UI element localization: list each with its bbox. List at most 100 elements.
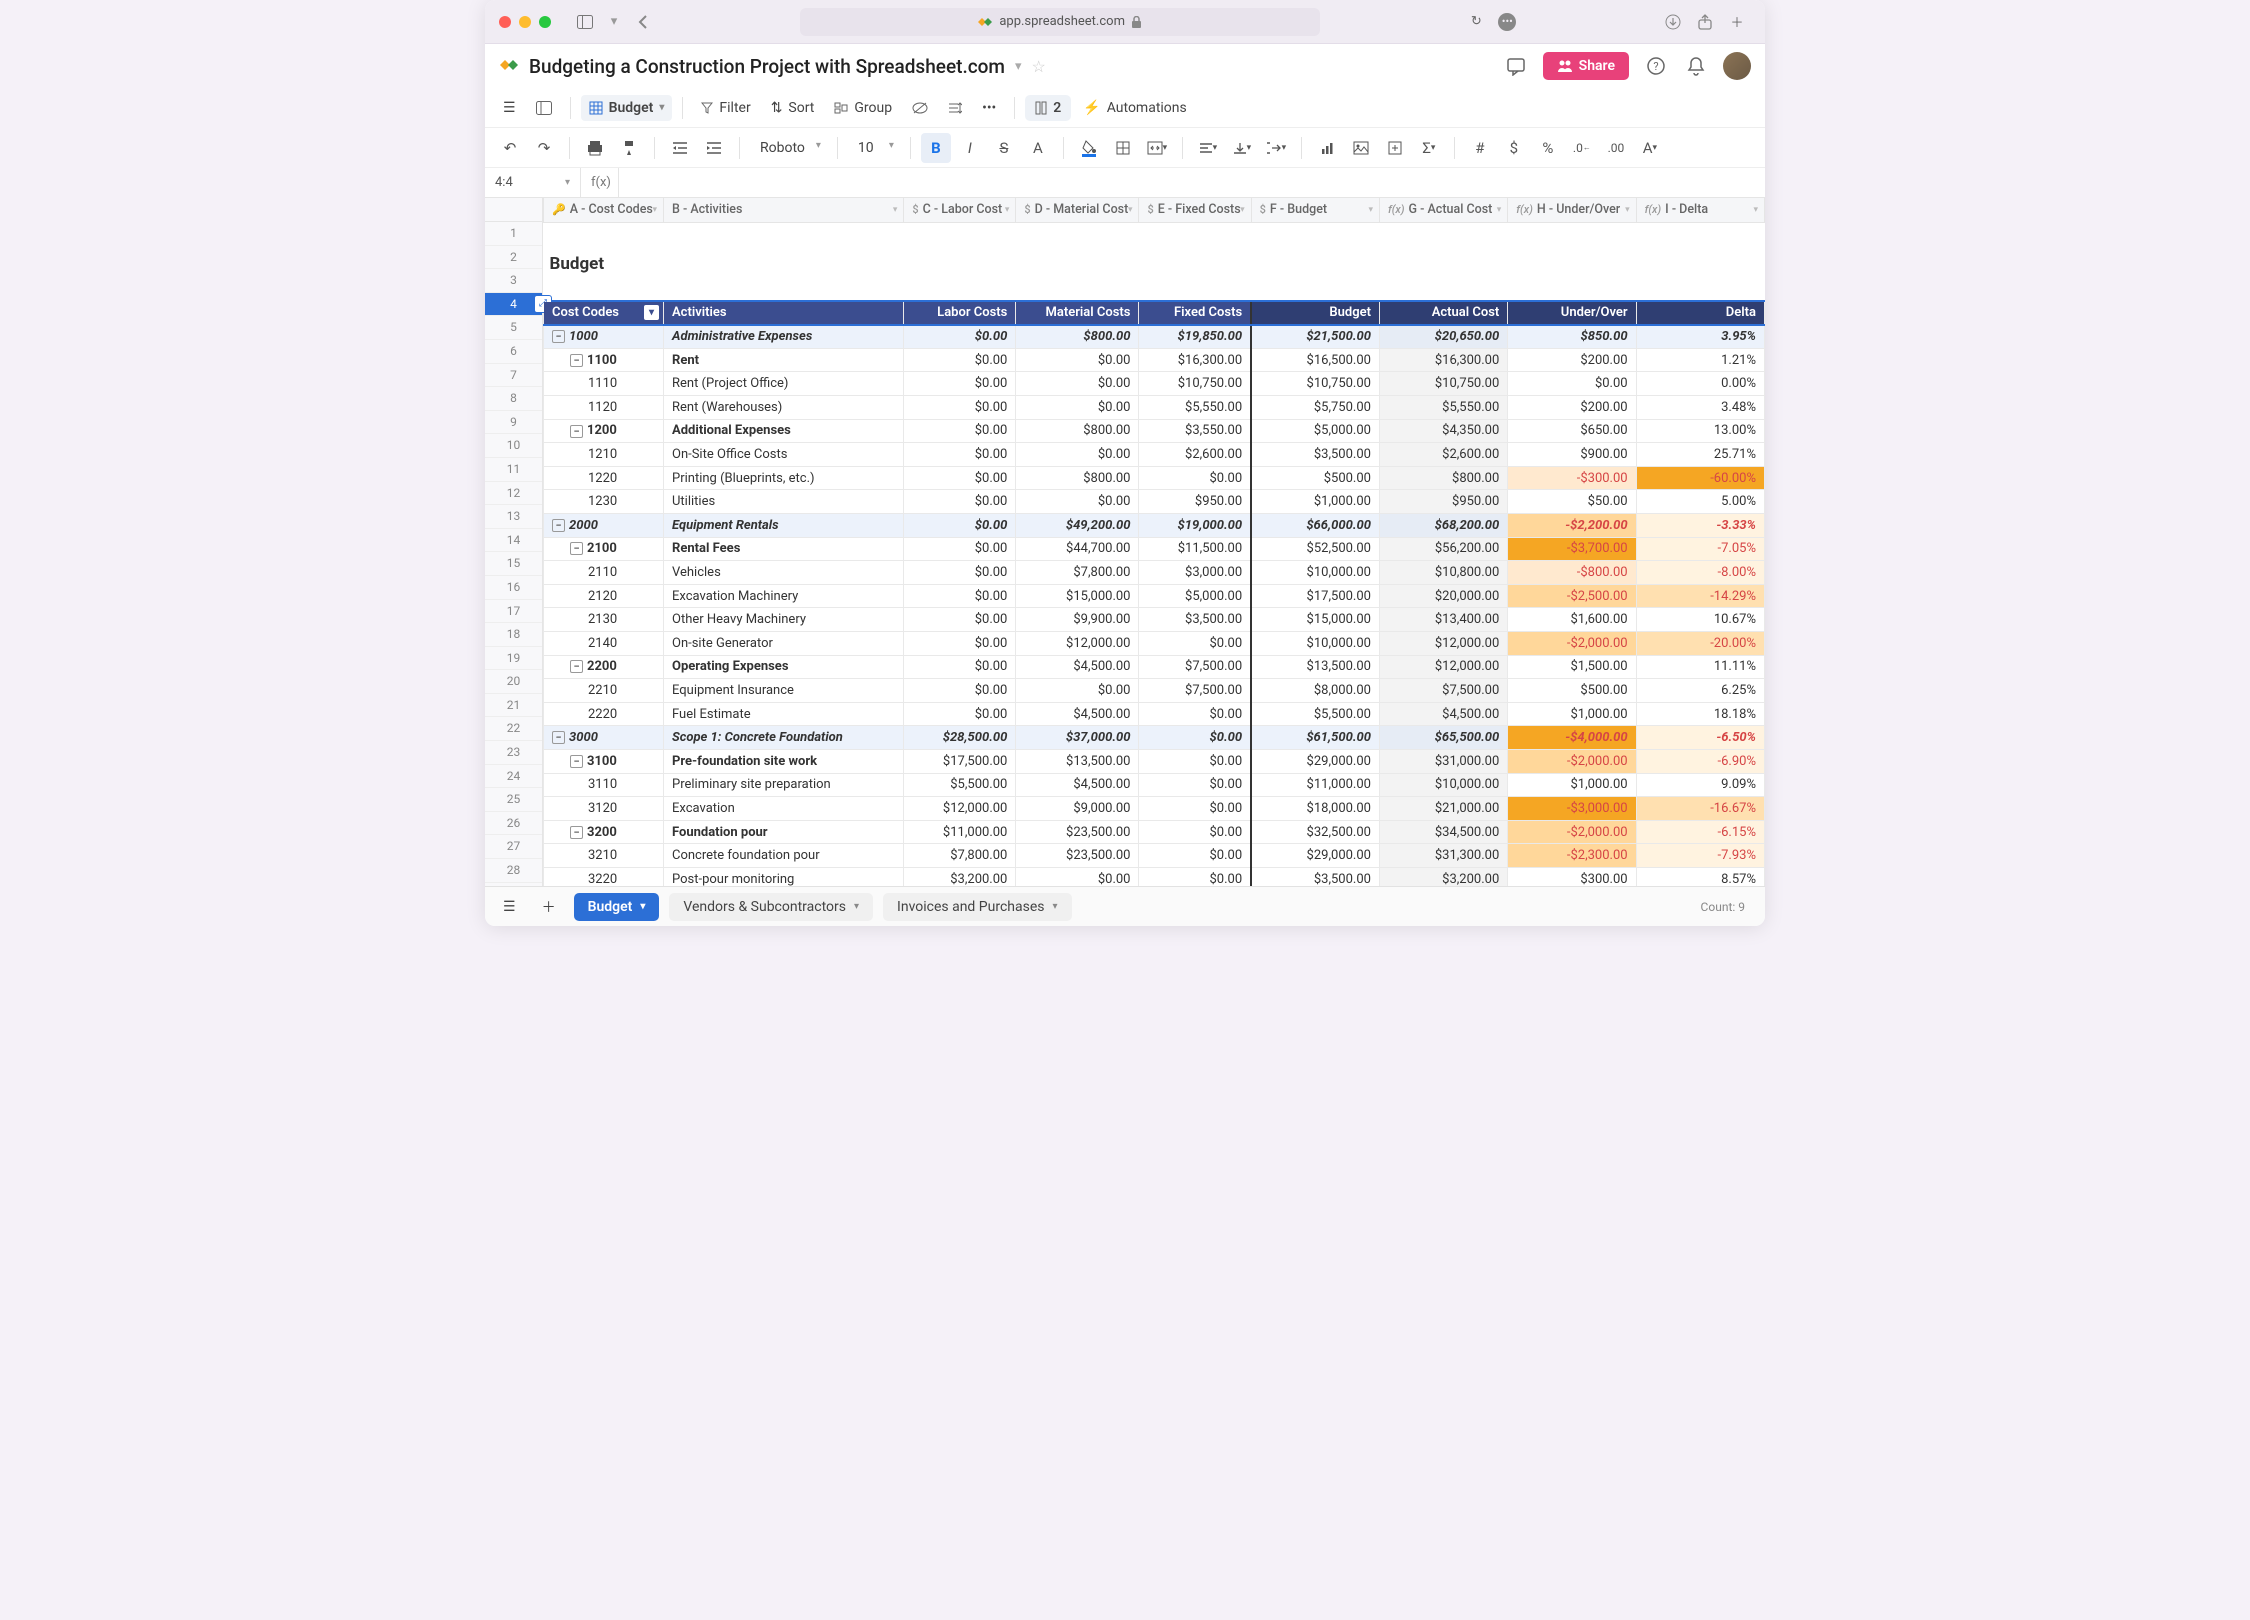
- cell[interactable]: $11,000.00: [1251, 773, 1379, 797]
- cell[interactable]: $13,500.00: [1016, 749, 1139, 773]
- cell[interactable]: $0.00: [1139, 632, 1251, 656]
- group-button[interactable]: Group: [826, 95, 900, 121]
- cell[interactable]: Utilities: [664, 490, 904, 514]
- cell[interactable]: −3000: [544, 726, 664, 750]
- cell[interactable]: $5,550.00: [1139, 396, 1251, 420]
- cell[interactable]: −1100: [544, 348, 664, 372]
- cell[interactable]: -$2,500.00: [1508, 584, 1636, 608]
- font-family-select[interactable]: Roboto: [750, 136, 827, 160]
- cell[interactable]: On-Site Office Costs: [664, 443, 904, 467]
- row-number[interactable]: 8: [485, 387, 542, 411]
- cell[interactable]: $950.00: [1379, 490, 1507, 514]
- collapse-icon[interactable]: −: [552, 731, 565, 744]
- cell[interactable]: $12,000.00: [1379, 632, 1507, 656]
- row-number[interactable]: 3: [485, 269, 542, 293]
- cell[interactable]: $5,500.00: [904, 773, 1016, 797]
- row-height-icon[interactable]: [940, 96, 970, 120]
- share-button[interactable]: Share: [1543, 52, 1629, 80]
- cell[interactable]: $29,000.00: [1251, 749, 1379, 773]
- strikethrough-button[interactable]: S: [989, 133, 1019, 163]
- view-selector[interactable]: Budget ▾: [581, 95, 673, 121]
- cell[interactable]: Under/Over: [1508, 301, 1636, 325]
- cell[interactable]: $0.00: [1139, 820, 1251, 844]
- cell[interactable]: -$300.00: [1508, 466, 1636, 490]
- cell[interactable]: $18,000.00: [1251, 797, 1379, 821]
- italic-button[interactable]: I: [955, 133, 985, 163]
- cell[interactable]: Material Costs: [1016, 301, 1139, 325]
- cell[interactable]: $4,350.00: [1379, 419, 1507, 443]
- cell[interactable]: $10,800.00: [1379, 561, 1507, 585]
- cell[interactable]: $3,500.00: [1139, 608, 1251, 632]
- decrease-indent-button[interactable]: [665, 133, 695, 163]
- fill-color-button[interactable]: [1074, 133, 1104, 163]
- menu-icon[interactable]: ☰: [495, 95, 524, 121]
- back-button[interactable]: [629, 8, 657, 36]
- row-number[interactable]: 9: [485, 411, 542, 435]
- cell[interactable]: 3.48%: [1636, 396, 1764, 420]
- cell[interactable]: $0.00: [1139, 773, 1251, 797]
- maximize-window-button[interactable]: [539, 16, 551, 28]
- cell[interactable]: $800.00: [1016, 325, 1139, 349]
- row-number[interactable]: 5: [485, 316, 542, 340]
- more-icon[interactable]: •••: [1498, 13, 1516, 31]
- cell[interactable]: $2,600.00: [1139, 443, 1251, 467]
- cell[interactable]: $10,000.00: [1379, 773, 1507, 797]
- cell[interactable]: $0.00: [1016, 679, 1139, 703]
- cell[interactable]: $65,500.00: [1379, 726, 1507, 750]
- cell[interactable]: $0.00: [904, 584, 1016, 608]
- sheet-tab-invoices[interactable]: Invoices and Purchases▾: [883, 893, 1072, 921]
- cell[interactable]: −2100: [544, 537, 664, 561]
- cell[interactable]: $800.00: [1016, 466, 1139, 490]
- functions-button[interactable]: Σ▾: [1414, 133, 1444, 163]
- cell[interactable]: -$4,000.00: [1508, 726, 1636, 750]
- row-number[interactable]: 26: [485, 812, 542, 836]
- cell[interactable]: −1200: [544, 419, 664, 443]
- cell[interactable]: $0.00: [1508, 372, 1636, 396]
- cell[interactable]: $19,000.00: [1139, 514, 1251, 538]
- cell[interactable]: Rent: [664, 348, 904, 372]
- insert-image-button[interactable]: [1346, 133, 1376, 163]
- insert-object-button[interactable]: [1380, 133, 1410, 163]
- row-number[interactable]: 13: [485, 505, 542, 529]
- collapse-icon[interactable]: −: [570, 542, 583, 555]
- user-avatar[interactable]: [1723, 52, 1751, 80]
- close-window-button[interactable]: [499, 16, 511, 28]
- cell[interactable]: -7.93%: [1636, 844, 1764, 868]
- cell[interactable]: Foundation pour: [664, 820, 904, 844]
- cell[interactable]: -$3,700.00: [1508, 537, 1636, 561]
- cell[interactable]: 6.25%: [1636, 679, 1764, 703]
- cell[interactable]: $0.00: [1139, 466, 1251, 490]
- cell[interactable]: 2140: [544, 632, 664, 656]
- cell[interactable]: -6.15%: [1636, 820, 1764, 844]
- cell[interactable]: $23,500.00: [1016, 820, 1139, 844]
- cell[interactable]: $0.00: [1016, 867, 1139, 886]
- cell[interactable]: $17,500.00: [1251, 584, 1379, 608]
- percent-button[interactable]: %: [1533, 133, 1563, 163]
- spreadsheet-grid[interactable]: 🔑A - Cost Codes▾B - Activities▾$C - Labo…: [543, 198, 1765, 886]
- cell[interactable]: Excavation Machinery: [664, 584, 904, 608]
- cell[interactable]: $950.00: [1139, 490, 1251, 514]
- star-icon[interactable]: ☆: [1032, 57, 1046, 76]
- cell[interactable]: Rent (Warehouses): [664, 396, 904, 420]
- cell[interactable]: -$3,000.00: [1508, 797, 1636, 821]
- filter-button[interactable]: Filter: [693, 95, 758, 121]
- currency-button[interactable]: $: [1499, 133, 1529, 163]
- cell[interactable]: $200.00: [1508, 348, 1636, 372]
- cell[interactable]: Operating Expenses: [664, 655, 904, 679]
- cell[interactable]: $200.00: [1508, 396, 1636, 420]
- cell[interactable]: $0.00: [904, 608, 1016, 632]
- cell[interactable]: −2000: [544, 514, 664, 538]
- cell[interactable]: $10,750.00: [1139, 372, 1251, 396]
- cell[interactable]: Rental Fees: [664, 537, 904, 561]
- cell[interactable]: 1.21%: [1636, 348, 1764, 372]
- merge-cells-button[interactable]: ▾: [1142, 133, 1172, 163]
- cell[interactable]: $5,750.00: [1251, 396, 1379, 420]
- row-number[interactable]: 2: [485, 246, 542, 270]
- cell[interactable]: 2110: [544, 561, 664, 585]
- row-number[interactable]: 19: [485, 647, 542, 671]
- cell[interactable]: Concrete foundation pour: [664, 844, 904, 868]
- v-align-button[interactable]: ▾: [1227, 133, 1257, 163]
- cell[interactable]: Other Heavy Machinery: [664, 608, 904, 632]
- row-number[interactable]: 10: [485, 434, 542, 458]
- document-title[interactable]: Budgeting a Construction Project with Sp…: [529, 55, 1005, 78]
